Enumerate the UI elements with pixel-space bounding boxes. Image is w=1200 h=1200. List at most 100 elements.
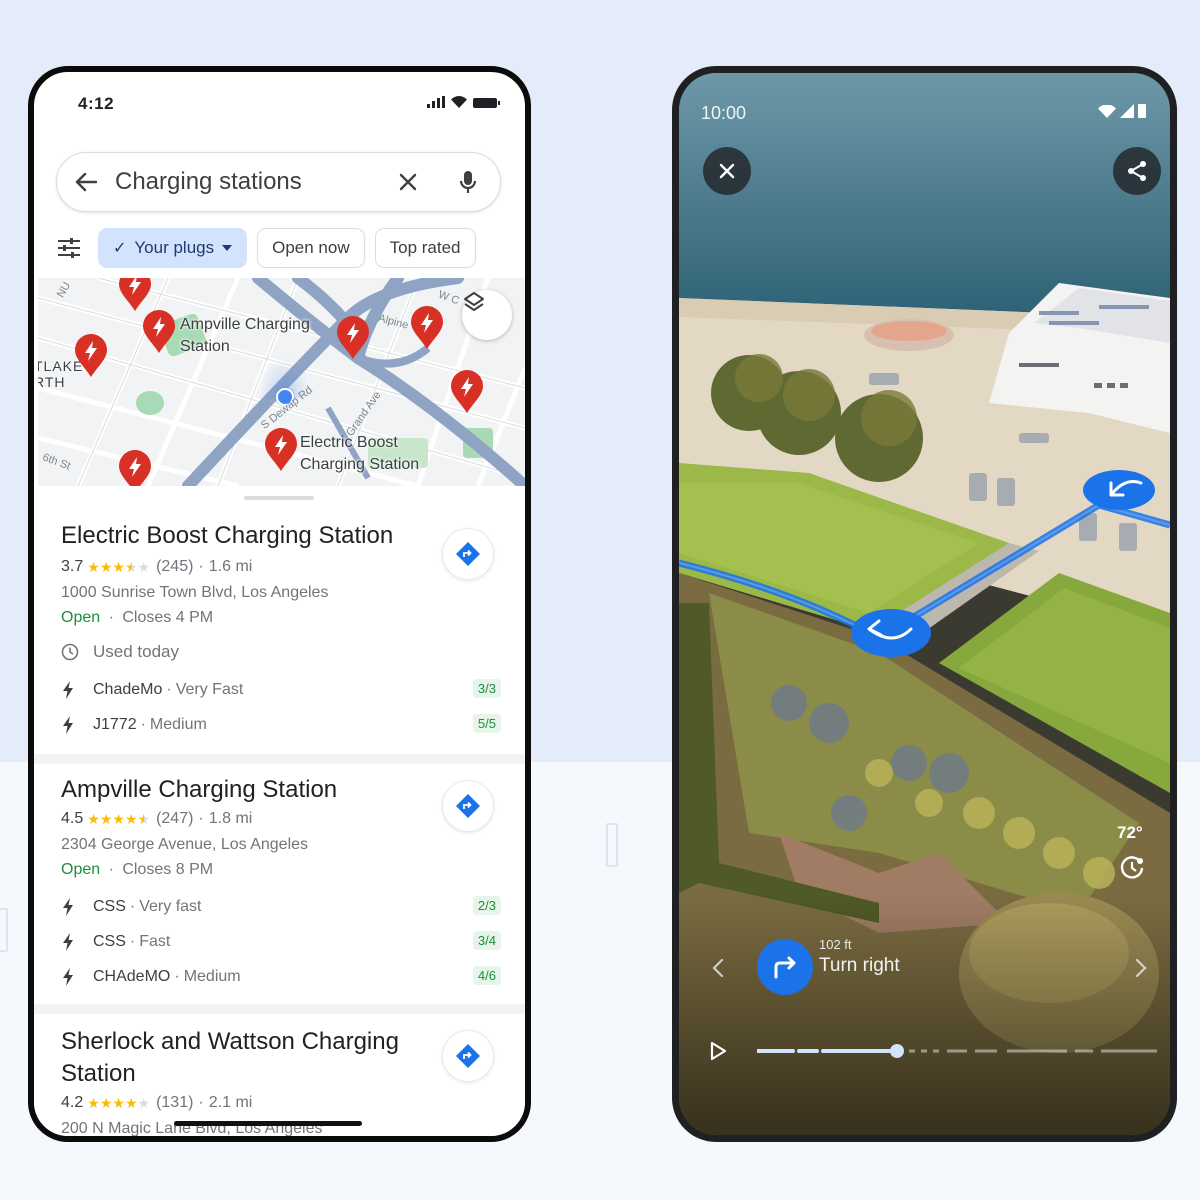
distance: 1.8 mi [208, 810, 253, 827]
plug-availability-badge: 4/6 [472, 966, 501, 985]
plug-type: ChadeMo [93, 681, 163, 698]
result-title[interactable]: Electric Boost Charging Station [61, 520, 393, 552]
closing-time: Closes 8 PM [122, 861, 214, 878]
review-count: (245) [156, 558, 194, 575]
used-label: Used today [93, 642, 179, 661]
plug-row: ChadeMo · Very Fast 3/3 [61, 678, 501, 702]
result-title[interactable]: Ampville Charging Station [61, 774, 337, 806]
timeline-scrubber-knob[interactable] [890, 1044, 904, 1058]
signal-icon [427, 96, 445, 108]
close-icon[interactable] [396, 170, 420, 194]
microphone-icon[interactable] [456, 170, 480, 194]
tune-filter-icon[interactable] [56, 235, 82, 261]
aerial-route-scene[interactable] [679, 73, 1170, 1135]
bolt-icon [63, 716, 73, 734]
charging-pin-icon[interactable] [142, 310, 176, 354]
result-card-ampville[interactable]: Ampville Charging Station 4.5 ★ ★ ★ ★ ★ (247… [34, 764, 525, 1004]
directions-button[interactable] [442, 528, 494, 580]
map-label-electric-boost: Electric Boost Charging Station [300, 432, 419, 476]
sheet-drag-handle[interactable] [244, 496, 314, 500]
result-title[interactable]: Sherlock and Wattson Charging Station [61, 1026, 399, 1090]
background-decoration [0, 908, 8, 952]
plug-speed: Medium [149, 716, 207, 733]
map-label-line: Ampville Charging [180, 316, 310, 333]
search-bar[interactable]: Charging stations [56, 152, 501, 212]
directions-button[interactable] [442, 1030, 494, 1082]
play-icon[interactable] [709, 1041, 727, 1061]
plug-row: CSS · Very fast 2/3 [61, 895, 501, 919]
star-icon: ★ [137, 811, 151, 827]
route-timeline-scrubber[interactable] [757, 1041, 1157, 1061]
filter-chips: ✓ Your plugs Open now Top rated [56, 228, 525, 268]
plug-row: CSS · Fast 3/4 [61, 930, 501, 954]
map-label-line: Station [180, 338, 230, 355]
charging-pin-icon[interactable] [450, 370, 484, 414]
home-indicator[interactable] [174, 1121, 362, 1126]
route-turn-marker [1083, 470, 1155, 510]
check-icon: ✓ [113, 240, 127, 257]
separator: · [129, 898, 136, 915]
result-title-line: Station [61, 1060, 136, 1087]
star-icon: ★ [87, 1095, 100, 1111]
result-divider [34, 1004, 525, 1014]
charging-pin-icon[interactable] [336, 316, 370, 360]
status-bar: 4:12 [34, 72, 525, 142]
turn-instruction: Turn right [819, 955, 900, 976]
result-divider [34, 754, 525, 764]
plug-type: CSS [93, 933, 126, 950]
route-turn-marker [851, 609, 931, 657]
separator: · [108, 609, 114, 626]
plug-speed: Medium [183, 968, 241, 985]
next-step-icon[interactable] [1134, 957, 1148, 979]
charging-pin-icon[interactable] [118, 278, 152, 312]
map-view[interactable]: Ampville Charging Station Electric Boost… [38, 278, 525, 486]
plug-availability-badge: 3/4 [472, 931, 501, 950]
plug-speed: Very Fast [175, 681, 244, 698]
review-count: (247) [156, 810, 194, 827]
star-icon: ★ [87, 559, 100, 575]
distance: 1.6 mi [208, 558, 253, 575]
plug-availability-badge: 2/3 [472, 896, 501, 915]
charging-pin-icon[interactable] [410, 306, 444, 350]
search-input[interactable]: Charging stations [115, 168, 396, 196]
layers-icon [464, 292, 484, 311]
status-icons [1098, 103, 1146, 118]
result-hours: Open · Closes 8 PM [61, 861, 213, 879]
chip-your-plugs[interactable]: ✓ Your plugs [98, 228, 248, 268]
back-arrow-icon[interactable] [75, 171, 97, 193]
bolt-icon [63, 681, 73, 699]
map-label-ampville: Ampville Charging Station [180, 314, 310, 358]
review-count: (131) [156, 1094, 194, 1111]
charging-pin-icon[interactable] [264, 428, 298, 472]
dropdown-caret-icon [222, 245, 233, 251]
star-icon: ★ [124, 1095, 138, 1111]
plug-type: CSS [93, 898, 126, 915]
directions-button[interactable] [442, 780, 494, 832]
star-rating: ★ ★ ★ ★ ★ [87, 1095, 150, 1111]
chip-open-now[interactable]: Open now [257, 228, 365, 268]
share-button[interactable] [1113, 147, 1161, 195]
plug-type: J1772 [93, 716, 137, 733]
chip-top-rated[interactable]: Top rated [374, 228, 476, 268]
charging-pin-icon[interactable] [74, 334, 108, 378]
result-address: 1000 Sunrise Town Blvd, Los Angeles [61, 584, 329, 601]
result-card-electric-boost[interactable]: Electric Boost Charging Station 3.7 ★ ★ ★ ★… [34, 508, 525, 754]
previous-step-icon[interactable] [711, 957, 725, 979]
wifi-icon [1098, 105, 1116, 118]
charging-pin-icon[interactable] [118, 450, 152, 486]
wifi-icon [451, 96, 467, 108]
close-button[interactable] [703, 147, 751, 195]
temperature-readout: 72° [1117, 823, 1143, 842]
time-of-day-icon[interactable] [1119, 855, 1145, 881]
star-icon: ★ [137, 1095, 151, 1111]
map-layers-button[interactable] [462, 290, 512, 340]
plug-speed: Very fast [139, 898, 202, 915]
turn-direction-badge [757, 939, 813, 995]
bolt-icon [63, 933, 73, 951]
separator: · [174, 968, 180, 985]
closing-time: Closes 4 PM [122, 609, 214, 626]
plug-speed: Fast [139, 933, 171, 950]
star-icon: ★ [124, 559, 138, 575]
plug-availability-badge: 3/3 [472, 679, 501, 698]
close-icon [719, 163, 735, 179]
